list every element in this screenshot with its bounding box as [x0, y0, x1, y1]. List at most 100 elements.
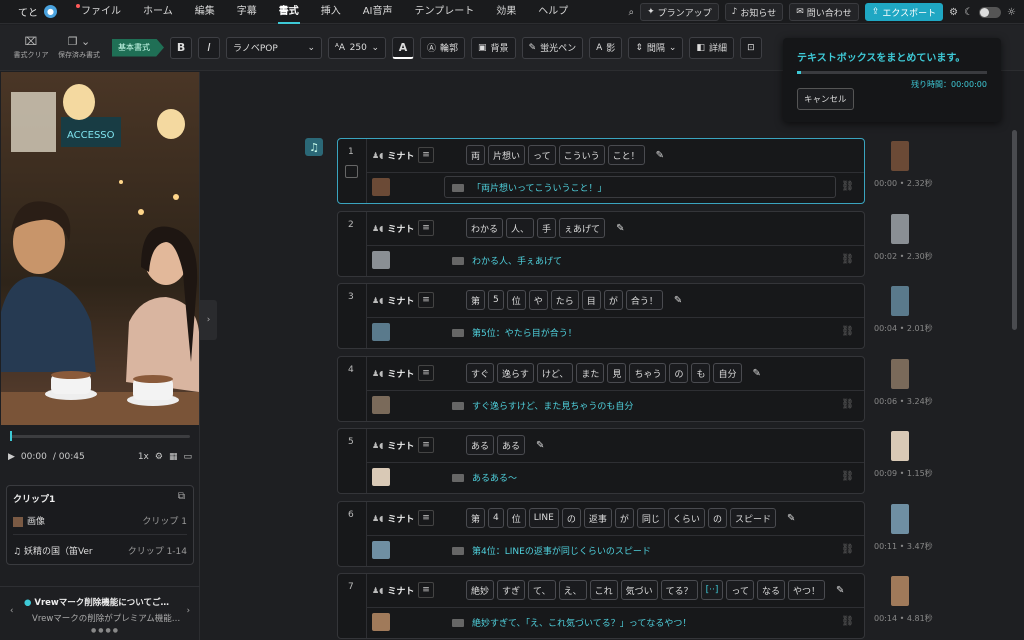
word-chip[interactable]: 同じ — [636, 508, 665, 528]
plan-up-button[interactable]: ✦ プランアップ — [640, 3, 719, 21]
menu-item[interactable]: 効果 — [485, 0, 527, 24]
shadow-button[interactable]: A影 — [589, 36, 623, 59]
speaker[interactable]: ♟◖ ミナト — [372, 512, 414, 525]
word-chip[interactable]: が — [614, 508, 634, 528]
word-chip[interactable]: すぐ — [466, 363, 495, 383]
cancel-button[interactable]: キャンセル — [797, 88, 854, 110]
pencil-icon[interactable]: ✎ — [753, 368, 761, 379]
notice-button[interactable]: ♪ お知らせ — [724, 3, 784, 21]
link-icon[interactable]: ⛓ — [841, 181, 854, 192]
word-chip[interactable]: の — [561, 508, 581, 528]
word-chip[interactable]: え、 — [558, 580, 587, 600]
word-chip[interactable]: ある — [466, 435, 495, 455]
speaker[interactable]: ♟◖ ミナト — [372, 222, 414, 235]
word-chip[interactable]: って — [528, 145, 556, 165]
clip-menu-button[interactable]: ≡ — [418, 510, 434, 526]
pencil-icon[interactable]: ✎ — [616, 223, 624, 234]
clip-menu-button[interactable]: ≡ — [418, 437, 434, 453]
subtitle-text[interactable]: わかる人、手ぇあげて — [472, 254, 562, 267]
word-chip[interactable]: こういう — [558, 145, 605, 165]
link-icon[interactable]: ⛓ — [841, 544, 854, 555]
font-select[interactable]: ラノベPOP ⌄ — [226, 36, 322, 59]
word-chip[interactable]: なる — [756, 580, 785, 600]
italic-button[interactable]: I — [198, 36, 220, 59]
pencil-icon[interactable]: ✎ — [656, 150, 664, 161]
clip-menu-button[interactable]: ≡ — [418, 220, 434, 236]
word-chip[interactable]: 絶妙 — [466, 580, 495, 600]
word-chip[interactable]: 自分 — [713, 363, 742, 383]
link-icon[interactable]: ⛓ — [841, 399, 854, 410]
clip-checkbox[interactable] — [345, 165, 358, 178]
word-chip[interactable]: ちゃう — [629, 363, 667, 383]
clear-style-button[interactable]: ⌧ 書式クリア — [10, 35, 52, 60]
pencil-icon[interactable]: ✎ — [536, 440, 544, 451]
word-chip[interactable]: わかる — [466, 218, 504, 238]
background-button[interactable]: ▣ 背景 — [471, 36, 516, 59]
word-chip[interactable]: ある — [497, 435, 526, 455]
word-chip[interactable]: たら — [550, 290, 579, 310]
word-chip[interactable]: 位 — [506, 508, 526, 528]
subtitle-text[interactable]: 絶妙すぎて、「え、これ気づいてる？」ってなるやつ！ — [472, 616, 691, 629]
word-chip[interactable]: 返事 — [583, 508, 612, 528]
gear-icon[interactable]: ⚙ — [949, 7, 958, 18]
clip-row[interactable]: 2 ♟◖ ミナト ≡ わかる 人、手ぇあげて ✎ わかる人、手ぇあげて ⛓ — [337, 211, 865, 277]
word-chip[interactable]: の — [707, 508, 727, 528]
side-thumbnail[interactable] — [891, 286, 909, 316]
clip-row[interactable]: 6 ♟◖ ミナト ≡ 第 4 位 LINE の返事が同じ くらいのスピード ✎ 第4位：LINEの返事… — [337, 501, 865, 567]
menu-item[interactable]: AI音声 — [352, 0, 404, 24]
clip-thumbnail[interactable] — [372, 251, 390, 269]
user-menu[interactable]: てと ● — [0, 4, 70, 19]
word-chip[interactable]: 両 — [466, 145, 486, 165]
clip-image-row[interactable]: 画像 クリップ 1 — [13, 514, 187, 527]
search-icon[interactable]: ⌕ — [629, 7, 635, 18]
more-button[interactable]: ⊡ — [739, 36, 762, 59]
subtitle-text[interactable]: あるある〜 — [472, 471, 517, 484]
clip-row[interactable]: 1 ♟◖ ミナト ≡ 両片想い って こういう こと！ ✎ 「両片想いってこういうこと！」 ⛓ — [337, 138, 865, 204]
notice-card[interactable]: ‹ ● Vrewマーク削除機能についてご… Vrewマークの削除がプレミアム機能… — [6, 594, 194, 636]
word-chip[interactable]: 片想い — [488, 145, 526, 165]
clip-menu-button[interactable]: ≡ — [418, 147, 434, 163]
theme-toggle[interactable] — [979, 6, 1002, 18]
speaker[interactable]: ♟◖ ミナト — [372, 294, 414, 307]
chevron-left-icon[interactable]: ‹ — [10, 606, 13, 616]
clip-music-row[interactable]: ♫ 妖精の国（笛Ver クリップ 1-14 — [13, 544, 187, 557]
menu-item[interactable]: テンプレート — [404, 0, 486, 24]
word-chip[interactable]: すぎ — [497, 580, 526, 600]
seek-handle[interactable] — [10, 431, 12, 441]
screen-icon[interactable]: ▭ — [183, 452, 192, 462]
clip-thumbnail[interactable] — [372, 323, 390, 341]
menu-item[interactable]: 挿入 — [310, 0, 352, 24]
word-chip[interactable]: また — [576, 363, 605, 383]
word-chip[interactable]: 逸らす — [497, 363, 534, 383]
clip-menu-button[interactable]: ≡ — [418, 582, 434, 598]
grid-icon[interactable]: ▦ — [169, 452, 178, 462]
word-chip[interactable]: 人、 — [506, 218, 535, 238]
word-chip[interactable]: ぇあげて — [559, 218, 606, 238]
word-chip[interactable]: の — [669, 363, 689, 383]
word-chip[interactable]: も — [691, 363, 711, 383]
side-thumbnail[interactable] — [891, 576, 909, 606]
word-chip[interactable]: て、 — [528, 580, 556, 600]
open-external-icon[interactable]: ⧉ — [178, 491, 185, 502]
subtitle-text[interactable]: すぐ逸らすけど、また見ちゃうのも自分 — [472, 399, 633, 412]
word-chip[interactable]: 5 — [488, 290, 504, 310]
speed-button[interactable]: 1x — [138, 452, 149, 462]
speaker[interactable]: ♟◖ ミナト — [372, 439, 414, 452]
link-icon[interactable]: ⛓ — [841, 471, 854, 482]
clip-thumbnail[interactable] — [372, 613, 390, 631]
word-chip[interactable]: LINE — [528, 508, 559, 528]
export-button[interactable]: ⇪ エクスポート — [864, 3, 944, 21]
play-icon[interactable]: ▶ — [8, 452, 15, 462]
outline-button[interactable]: Ⓐ 輪郭 — [420, 36, 466, 59]
clip-thumbnail[interactable] — [372, 468, 390, 486]
side-thumbnail[interactable] — [891, 214, 909, 244]
contact-button[interactable]: ✉ 問い合わせ — [789, 3, 859, 21]
side-thumbnail[interactable] — [891, 504, 909, 534]
word-chip[interactable]: スピード — [729, 508, 776, 528]
highlighter-button[interactable]: ✎ 蛍光ペン — [521, 36, 584, 59]
subtitle-text[interactable]: 「両片想いってこういうこと！」 — [472, 181, 607, 194]
link-icon[interactable]: ⛓ — [841, 326, 854, 337]
clip-menu-button[interactable]: ≡ — [418, 292, 434, 308]
pencil-icon[interactable]: ✎ — [674, 295, 682, 306]
scrollbar[interactable] — [1012, 130, 1017, 330]
